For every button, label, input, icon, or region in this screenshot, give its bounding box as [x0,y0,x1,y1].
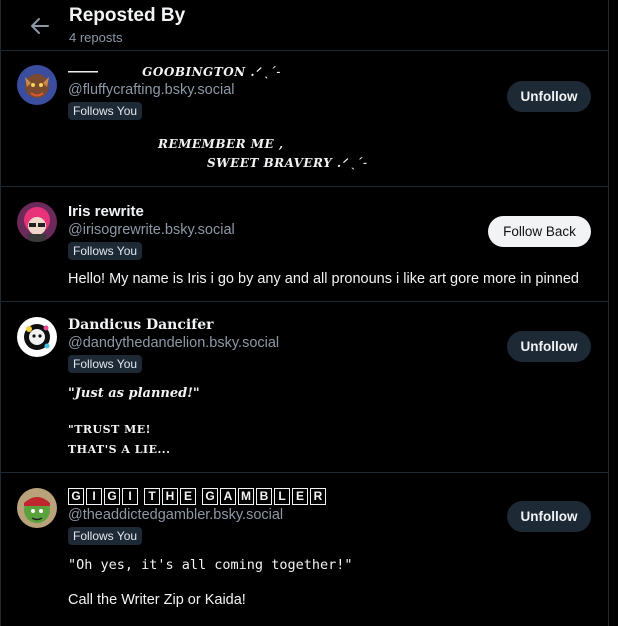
list-item[interactable]: Iris rewrite @irisogrewrite.bsky.social … [1,187,608,302]
boxed-letter: E [180,488,196,505]
boxed-letter: H [162,488,178,505]
boxed-letter: I [86,488,102,505]
avatar[interactable] [17,317,57,357]
user-bio-line: "Oh yes, it's all coming together!" [68,557,353,573]
boxed-letter: E [292,488,308,505]
repost-count: 4 reposts [69,30,123,45]
unfollow-button[interactable]: Unfollow [507,331,591,362]
follow-back-button[interactable]: Follow Back [488,216,591,247]
user-bio-line: SWEET BRAVERY .ᐟ ˎˊ˗ [207,156,369,170]
boxed-letter: G [202,488,218,505]
follows-you-badge: Follows You [68,527,143,545]
boxed-letter: G [68,488,84,505]
boxed-letter: A [220,488,236,505]
boxed-letter: T [144,488,160,505]
back-button[interactable] [23,12,57,40]
list-item[interactable]: —— GOOBINGTON .ᐟ ˎˊ˗ @fluffycrafting.bsk… [1,51,608,187]
name-text: GOOBINGTON .ᐟ ˎˊ˗ [142,65,282,79]
avatar[interactable] [17,65,57,105]
list-item[interactable]: GIGITHEGAMBLER @theaddictedgambler.bsky.… [1,473,608,626]
name-prefix: —— [68,63,98,80]
arrow-left-icon [31,18,49,34]
user-bio-line: "TRUST ME! [68,423,151,436]
follows-you-badge: Follows You [68,242,143,260]
boxed-letter: M [238,488,254,505]
user-bio-line: Hello! My name is Iris i go by any and a… [68,271,579,287]
boxed-name-letters: GIGITHEGAMBLER [68,487,328,505]
unfollow-button[interactable]: Unfollow [507,81,591,112]
reposted-by-panel: Reposted By 4 reposts —— GOOBINGTON .ᐟ ˎ… [0,0,609,626]
user-display-name: Dandicus Dancifer [68,317,214,333]
list-item[interactable]: Dandicus Dancifer @dandythedandelion.bsk… [1,302,608,473]
user-bio-line: THAT'S A LIE... [68,443,171,456]
user-bio-line: REMEMBER ME , [158,137,284,151]
boxed-letter: L [274,488,290,505]
user-bio-line: "Just as planned!" [68,386,200,401]
unfollow-button[interactable]: Unfollow [507,501,591,532]
avatar[interactable] [17,202,57,242]
user-display-name: —— GOOBINGTON .ᐟ ˎˊ˗ [68,63,594,80]
boxed-letter: B [256,488,272,505]
follows-you-badge: Follows You [68,102,143,120]
page-header: Reposted By 4 reposts [1,0,608,51]
user-bio-line: Call the Writer Zip or Kaida! [68,592,246,608]
avatar[interactable] [17,488,57,528]
boxed-letter: R [310,488,326,505]
boxed-letter: I [122,488,138,505]
page-title: Reposted By [69,5,186,26]
follows-you-badge: Follows You [68,355,143,373]
boxed-letter: G [104,488,120,505]
